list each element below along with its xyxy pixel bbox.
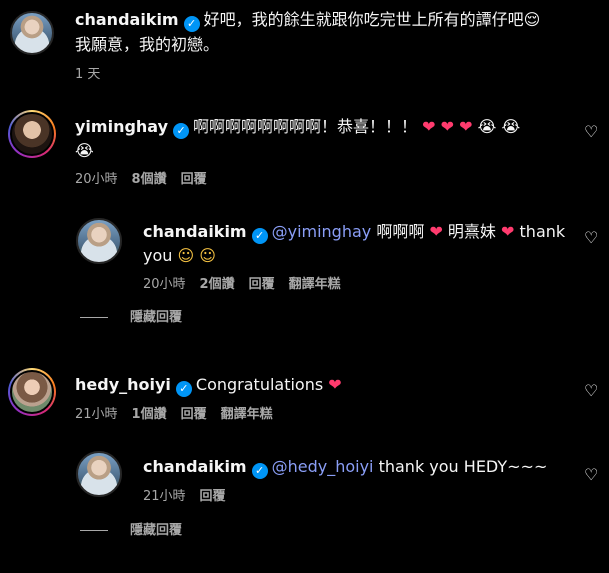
divider — [80, 530, 108, 531]
timestamp: 21小時 — [75, 407, 118, 422]
emoji-icon: 😌 — [523, 10, 541, 29]
heart-emoji-icon: ❤ — [328, 375, 342, 394]
verified-icon: ✓ — [251, 463, 268, 479]
reply-body: 明熹妹 — [442, 222, 496, 241]
timestamp: 20小時 — [143, 277, 186, 292]
avatar[interactable] — [10, 11, 54, 55]
mention-link[interactable]: @yiminghay — [272, 222, 372, 241]
heart-emoji-icon: ❤ — [501, 222, 515, 241]
avatar[interactable] — [76, 451, 122, 497]
comment-text-line2: 😭 — [75, 139, 94, 163]
reply-meta: 20小時 2個讚 回覆 翻譯年糕 — [143, 276, 355, 294]
avatar[interactable] — [76, 218, 122, 264]
reply-button[interactable]: 回覆 — [181, 407, 207, 422]
comment-meta: 21小時 1個讚 回覆 翻譯年糕 — [75, 406, 287, 424]
reply-button[interactable]: 回覆 — [181, 172, 207, 187]
reply-text: chandaikim ✓ @yiminghay 啊啊啊 ❤ 明熹妹 ❤ thank — [143, 220, 565, 244]
reply-button[interactable]: 回覆 — [200, 489, 226, 504]
verified-icon: ✓ — [175, 381, 192, 397]
comment-text: yiminghay ✓ 啊啊啊啊啊啊啊啊！恭喜！！！ ❤ ❤ ❤ 😭 😭 — [75, 115, 520, 139]
heart-emoji-icon: ❤ — [422, 117, 436, 136]
reply-body: thank you HEDY~~~ — [373, 457, 548, 476]
like-heart-icon[interactable]: ♡ — [584, 383, 600, 399]
username[interactable]: chandaikim — [75, 10, 179, 29]
verified-icon: ✓ — [251, 228, 268, 244]
smile-emoji-icon: ☺ — [177, 246, 195, 265]
like-count[interactable]: 2個讚 — [200, 277, 235, 292]
hide-replies-label[interactable]: 隱藏回覆 — [130, 523, 182, 538]
reply-meta: 21小時 回覆 — [143, 488, 240, 506]
comment-text: hedy_hoiyi ✓ Congratulations ❤ — [75, 373, 342, 397]
like-heart-icon[interactable]: ♡ — [584, 467, 600, 483]
comment-body: 好吧，我的餘生就跟你吃完世上所有的譚仔吧 — [203, 10, 524, 29]
verified-icon: ✓ — [173, 123, 190, 139]
comment-meta: 1 天 — [75, 66, 114, 84]
translate-button[interactable]: 翻譯年糕 — [289, 277, 341, 292]
comment-body: 啊啊啊啊啊啊啊啊！恭喜！！！ — [193, 117, 418, 136]
crying-emoji-icon: 😭 — [477, 117, 497, 136]
like-heart-icon[interactable]: ♡ — [584, 124, 600, 140]
username[interactable]: hedy_hoiyi — [75, 375, 171, 394]
verified-icon: ✓ — [183, 16, 200, 32]
translate-button[interactable]: 翻譯年糕 — [221, 407, 273, 422]
comment-meta: 20小時 8個讚 回覆 — [75, 171, 221, 189]
heart-emoji-icon: ❤ — [459, 117, 473, 136]
comment-text: chandaikim ✓ 好吧，我的餘生就跟你吃完世上所有的譚仔吧😌 — [75, 8, 540, 32]
crying-emoji-icon: 😭 — [75, 141, 94, 160]
comment-text-line2: 我願意，我的初戀。 — [75, 35, 220, 54]
heart-emoji-icon: ❤ — [440, 117, 455, 136]
reply-body: thank — [514, 222, 566, 241]
timestamp: 20小時 — [75, 172, 118, 187]
reply-button[interactable]: 回覆 — [249, 277, 275, 292]
timestamp: 21小時 — [143, 489, 186, 504]
smile-emoji-icon: ☺ — [199, 246, 216, 265]
divider — [80, 317, 108, 318]
username[interactable]: chandaikim — [143, 222, 247, 241]
like-heart-icon[interactable]: ♡ — [584, 230, 600, 246]
like-count[interactable]: 8個讚 — [132, 172, 167, 187]
heart-emoji-icon: ❤ — [429, 222, 443, 241]
reply-text-line2: you ☺ ☺ — [143, 244, 216, 268]
like-count[interactable]: 1個讚 — [132, 407, 167, 422]
avatar[interactable] — [8, 110, 56, 158]
reply-body: 啊啊啊 — [371, 222, 425, 241]
hide-replies-label[interactable]: 隱藏回覆 — [130, 310, 182, 325]
reply-body: you — [143, 246, 173, 265]
username[interactable]: yiminghay — [75, 117, 168, 136]
comment-body: Congratulations — [195, 375, 324, 394]
hide-replies-button[interactable]: 隱藏回覆 — [80, 519, 182, 538]
timestamp: 1 天 — [75, 67, 101, 82]
hide-replies-button[interactable]: 隱藏回覆 — [80, 306, 182, 325]
reply-text: chandaikim ✓ @hedy_hoiyi thank you HEDY~~~ — [143, 455, 547, 479]
username[interactable]: chandaikim — [143, 457, 247, 476]
avatar[interactable] — [8, 368, 56, 416]
mention-link[interactable]: @hedy_hoiyi — [272, 457, 374, 476]
crying-emoji-icon: 😭 — [501, 117, 521, 136]
